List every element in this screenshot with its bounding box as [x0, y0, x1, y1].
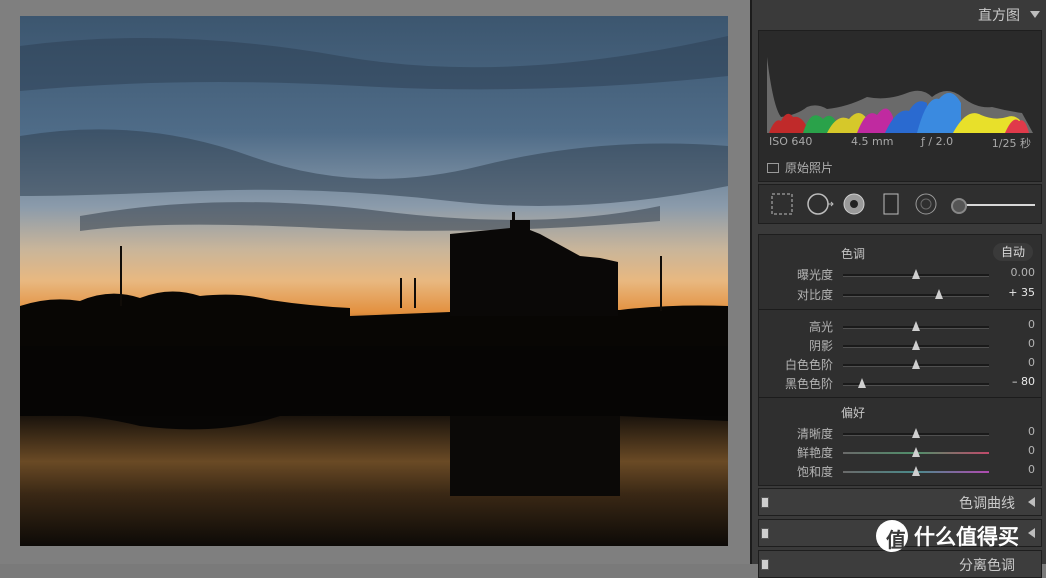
slider-value-vibrance[interactable]: 0 — [1028, 444, 1035, 457]
slider-row-saturation[interactable]: 饱和度 0 — [759, 462, 1041, 480]
slider-value-whites[interactable]: 0 — [1028, 356, 1035, 369]
slider-row-exposure[interactable]: 曝光度 0.00 — [759, 265, 1041, 283]
basic-panel: 色调 自动 偏好 曝光度 0.00 对比度 + 35 高光 0 阴影 0 白色色阶 0 黑色色阶 – … — [758, 234, 1042, 486]
histogram-panel: ISO 640 4.5 mm ƒ / 2.0 1/25 秒 原始照片 — [758, 30, 1042, 182]
slider-thumb-contrast[interactable] — [935, 289, 944, 299]
slider-thumb-vibrance[interactable] — [912, 447, 920, 457]
slider-label-blacks: 黑色色阶 — [784, 377, 833, 391]
slider-thumb-whites[interactable] — [912, 359, 920, 369]
slider-row-highlights[interactable]: 高光 0 — [759, 317, 1041, 335]
slider-value-clarity[interactable]: 0 — [1028, 425, 1035, 438]
slider-thumb-saturation[interactable] — [912, 466, 920, 476]
slider-row-contrast[interactable]: 对比度 + 35 — [759, 285, 1041, 303]
exif-shutter: 1/25 秒 — [991, 137, 1031, 150]
slider-row-clarity[interactable]: 清晰度 0 — [759, 424, 1041, 442]
histogram-title[interactable]: 直方图 — [978, 5, 1020, 25]
slider-label-whites: 白色色阶 — [784, 358, 833, 372]
slider-label-saturation: 饱和度 — [796, 465, 833, 479]
slider-value-highlights[interactable]: 0 — [1028, 318, 1035, 331]
sunset-photo[interactable] — [20, 16, 728, 546]
original-photo-checkbox[interactable] — [767, 162, 779, 173]
slider-value-exposure[interactable]: 0.00 — [1011, 266, 1036, 279]
watermark-text: 什么值得买 — [914, 525, 1019, 549]
slider-value-blacks[interactable]: – 80 — [1012, 375, 1035, 388]
exif-focal-length: 4.5 mm — [851, 135, 894, 148]
watermark-badge-icon: 值 — [876, 520, 908, 552]
tool-strip — [758, 184, 1042, 224]
adjustment-brush-icon[interactable] — [951, 198, 967, 214]
slider-row-whites[interactable]: 白色色阶 0 — [759, 355, 1041, 373]
tone-group-label: 色调 — [841, 247, 866, 261]
panel-switch-icon[interactable] — [761, 497, 769, 508]
expand-arrow-icon[interactable] — [1028, 497, 1035, 507]
slider-value-saturation[interactable]: 0 — [1028, 463, 1035, 476]
original-photo-toggle[interactable]: 原始照片 — [767, 159, 833, 176]
red-eye-icon[interactable] — [843, 193, 865, 215]
crop-icon[interactable] — [771, 193, 793, 215]
graduated-filter-icon[interactable] — [883, 193, 899, 215]
slider-label-exposure: 曝光度 — [796, 268, 833, 282]
slider-thumb-exposure[interactable] — [912, 269, 920, 279]
slider-label-contrast: 对比度 — [796, 288, 833, 302]
brush-size-track[interactable] — [959, 204, 1035, 206]
split-toning-panel-header[interactable]: 分离色调 — [758, 550, 1042, 578]
tone-curve-panel-header[interactable]: 色调曲线 — [758, 488, 1042, 516]
auto-tone-button[interactable]: 自动 — [992, 243, 1033, 261]
panel-switch-icon[interactable] — [761, 528, 769, 539]
slider-label-highlights: 高光 — [808, 320, 833, 334]
watermark: 值 什么值得买 — [876, 518, 1019, 554]
divider — [759, 397, 1041, 398]
original-photo-label: 原始照片 — [785, 161, 834, 175]
spot-removal-icon[interactable] — [807, 193, 835, 215]
histogram-graph[interactable] — [767, 37, 1033, 133]
radial-filter-icon[interactable] — [915, 193, 937, 215]
slider-thumb-blacks[interactable] — [857, 378, 866, 388]
split-toning-title: 分离色调 — [959, 558, 1015, 574]
slider-value-contrast[interactable]: + 35 — [1008, 286, 1035, 299]
exif-aperture: ƒ / 2.0 — [921, 135, 954, 148]
slider-thumb-clarity[interactable] — [912, 428, 920, 438]
develop-right-panel: 直方图 ISO 640 4.5 mm ƒ / 2.0 1/25 秒 原始照片 色… — [750, 0, 1046, 578]
expand-arrow-icon[interactable] — [1028, 528, 1035, 538]
slider-track-contrast[interactable] — [843, 294, 989, 297]
slider-label-shadows: 阴影 — [808, 339, 833, 353]
exif-iso: ISO 640 — [769, 135, 813, 148]
slider-label-vibrance: 鲜艳度 — [796, 446, 833, 460]
divider — [759, 309, 1041, 310]
slider-thumb-shadows[interactable] — [912, 340, 920, 350]
slider-label-clarity: 清晰度 — [796, 427, 833, 441]
slider-thumb-highlights[interactable] — [912, 321, 920, 331]
collapse-arrow-icon[interactable] — [1030, 11, 1040, 18]
slider-row-shadows[interactable]: 阴影 0 — [759, 336, 1041, 354]
presence-group-label: 偏好 — [841, 406, 866, 420]
slider-row-vibrance[interactable]: 鲜艳度 0 — [759, 443, 1041, 461]
tone-curve-title: 色调曲线 — [959, 496, 1015, 512]
panel-switch-icon[interactable] — [761, 559, 769, 570]
slider-row-blacks[interactable]: 黑色色阶 – 80 — [759, 374, 1041, 392]
photo-canvas-area — [0, 0, 750, 564]
slider-value-shadows[interactable]: 0 — [1028, 337, 1035, 350]
